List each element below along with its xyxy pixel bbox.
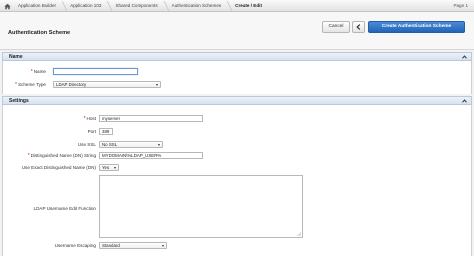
name-region-body: *Name *Scheme Type LDAP Directory	[2, 61, 472, 94]
settings-region-header[interactable]: Settings	[2, 96, 472, 105]
breadcrumb-item-shared-components[interactable]: Shared Components	[109, 0, 165, 12]
chevron-left-icon	[356, 24, 361, 30]
settings-region-title: Settings	[9, 98, 29, 104]
breadcrumb-item-application-builder[interactable]: Application Builder	[12, 0, 64, 12]
page-title: Authentication Scheme	[8, 30, 71, 36]
required-marker: *	[15, 82, 17, 88]
host-label: *Host	[83, 116, 96, 122]
dropdown-arrow-icon	[162, 245, 164, 247]
dn-string-label: *Distinguished Name (DN) String	[27, 153, 96, 159]
breadcrumb: Application Builder Application 103 Shar…	[12, 0, 270, 12]
name-region-title: Name	[9, 54, 23, 60]
use-ssl-select[interactable]: No SSL	[99, 141, 163, 148]
previous-button[interactable]	[352, 21, 365, 33]
breadcrumb-item-application[interactable]: Application 103	[64, 0, 109, 12]
scheme-type-label: *Scheme Type	[15, 82, 46, 88]
edit-function-label: LDAP Username Edit Function	[33, 206, 96, 211]
page-header: Authentication Scheme Cancel Create Auth…	[0, 12, 474, 50]
settings-region-body: *Host myserver Port 389 Use SSL No SSL *…	[2, 105, 472, 256]
dn-string-input[interactable]: MYDOMAIN\%LDAP_USER%	[99, 152, 203, 159]
escaping-label: Username Escaping	[54, 243, 96, 248]
port-input[interactable]: 389	[99, 128, 113, 135]
collapse-icon[interactable]	[461, 54, 467, 60]
host-input[interactable]: myserver	[99, 115, 203, 122]
name-region-header[interactable]: Name	[2, 52, 472, 61]
home-icon[interactable]	[2, 1, 12, 11]
breadcrumb-item-create-edit: Create / Edit	[235, 3, 262, 8]
edit-function-textarea[interactable]	[99, 175, 303, 238]
dropdown-arrow-icon	[158, 144, 160, 146]
resize-grip-icon[interactable]	[297, 232, 302, 237]
escaping-select[interactable]: Standard	[99, 242, 167, 249]
collapse-icon[interactable]	[461, 98, 467, 104]
exact-dn-select[interactable]: Yes	[99, 164, 119, 171]
breadcrumb-bar: Application Builder Application 103 Shar…	[0, 0, 474, 12]
name-label: *Name	[30, 69, 46, 75]
name-input[interactable]	[53, 68, 138, 75]
cancel-button[interactable]: Cancel	[322, 21, 350, 33]
dropdown-arrow-icon	[156, 84, 158, 86]
port-label: Port	[87, 129, 96, 134]
required-marker: *	[30, 69, 33, 75]
use-ssl-label: Use SSL	[77, 142, 96, 147]
required-marker: *	[27, 153, 30, 159]
page-indicator: Page 1	[453, 3, 468, 8]
create-authentication-scheme-button[interactable]: Create Authentication Scheme	[368, 21, 465, 33]
breadcrumb-item-authentication-schemes[interactable]: Authentication Schemes	[166, 0, 230, 12]
exact-dn-label: Use Exact Distinguished Name (DN)	[21, 165, 96, 170]
required-marker: *	[83, 116, 86, 122]
scheme-type-select[interactable]: LDAP Directory	[53, 81, 161, 88]
dropdown-arrow-icon	[114, 167, 116, 169]
